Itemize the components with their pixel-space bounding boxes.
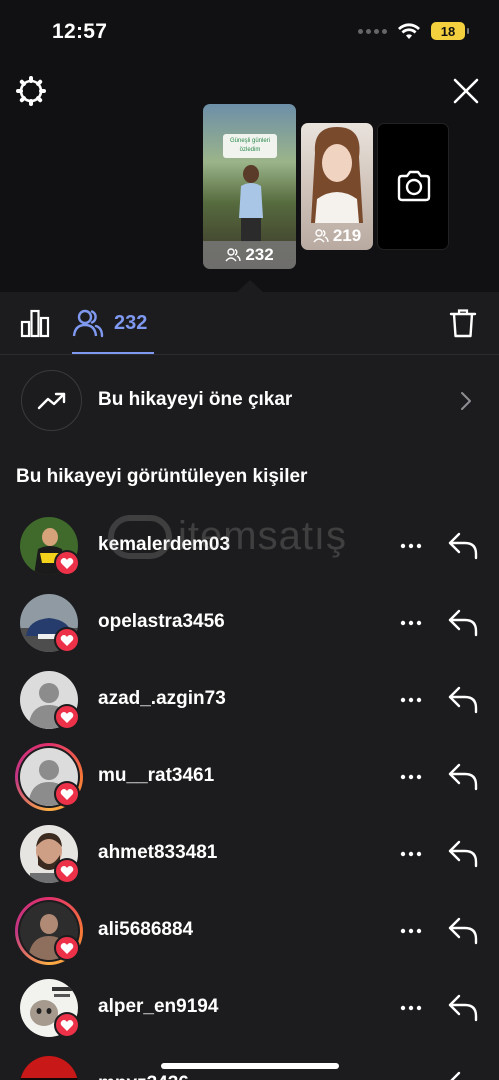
heart-icon <box>60 788 74 800</box>
people-icon <box>72 309 104 338</box>
avatar <box>20 1056 78 1080</box>
viewer-row[interactable]: kemalerdem03 <box>0 508 499 585</box>
viewer-row[interactable]: azad_.azgin73 <box>0 662 499 739</box>
heart-icon <box>60 865 74 877</box>
viewer-row[interactable]: mu__rat3461 <box>0 739 499 816</box>
viewer-row[interactable]: ali5686884 <box>0 893 499 970</box>
story-viewer-count-value: 219 <box>332 226 362 245</box>
viewer-username[interactable]: azad_.azgin73 <box>98 688 226 710</box>
viewers-section-title: Bu hikayeyi görüntüleyen kişiler <box>16 466 308 487</box>
camera-icon <box>397 170 431 202</box>
more-options-icon[interactable] <box>399 611 423 635</box>
home-indicator[interactable] <box>161 1063 339 1069</box>
liked-badge <box>54 627 80 653</box>
story-person-image <box>311 127 363 223</box>
reply-icon[interactable] <box>447 607 479 637</box>
viewer-avatar-wrap[interactable] <box>20 671 80 730</box>
trending-up-icon <box>37 392 65 409</box>
liked-badge <box>54 858 80 884</box>
more-options-icon[interactable] <box>399 1073 423 1080</box>
viewer-row[interactable]: alper_en9194 <box>0 970 499 1047</box>
story-caption-sticker: Güneşli günleri özledim <box>223 134 277 158</box>
liked-badge <box>54 1012 80 1038</box>
more-options-icon[interactable] <box>399 842 423 866</box>
heart-icon <box>60 711 74 723</box>
tab-viewers-count: 232 <box>114 311 148 334</box>
more-options-icon[interactable] <box>399 688 423 712</box>
heart-icon <box>60 1019 74 1031</box>
viewer-username[interactable]: ahmet833481 <box>98 842 217 864</box>
bar-chart-icon[interactable] <box>20 308 50 338</box>
add-story-camera-button[interactable] <box>377 123 449 250</box>
story-viewer-count: 219 <box>301 222 373 250</box>
status-time: 12:57 <box>52 20 108 43</box>
wifi-icon <box>398 23 420 39</box>
tab-viewers[interactable]: 232 <box>72 306 147 340</box>
reply-icon[interactable] <box>447 915 479 945</box>
viewer-username[interactable]: mnyz3436 <box>98 1073 189 1080</box>
heart-icon <box>60 557 74 569</box>
reply-icon[interactable] <box>447 684 479 714</box>
more-options-icon[interactable] <box>399 919 423 943</box>
reply-icon[interactable] <box>447 761 479 791</box>
viewer-avatar-wrap[interactable] <box>20 1056 78 1080</box>
more-options-icon[interactable] <box>399 534 423 558</box>
gear-icon[interactable] <box>16 76 46 106</box>
liked-badge <box>54 781 80 807</box>
story-preview-area: 12:57 18 Güneşli günleri özledim 232 219 <box>0 0 499 293</box>
viewer-avatar-wrap[interactable] <box>20 979 80 1038</box>
promote-icon-circle <box>21 370 82 431</box>
reply-icon[interactable] <box>447 530 479 560</box>
viewer-username[interactable]: ali5686884 <box>98 919 193 941</box>
people-icon <box>225 248 242 262</box>
reply-icon[interactable] <box>447 992 479 1022</box>
chevron-right-icon <box>461 392 471 410</box>
heart-icon <box>60 942 74 954</box>
more-options-icon[interactable] <box>399 996 423 1020</box>
viewer-username[interactable]: kemalerdem03 <box>98 534 230 556</box>
liked-badge <box>54 935 80 961</box>
story-thumbnail[interactable]: 219 <box>301 123 373 250</box>
viewer-username[interactable]: mu__rat3461 <box>98 765 214 787</box>
viewer-row[interactable]: ahmet833481 <box>0 816 499 893</box>
viewer-username[interactable]: alper_en9194 <box>98 996 218 1018</box>
viewer-avatar-wrap[interactable] <box>15 743 83 811</box>
people-icon <box>313 229 329 243</box>
reply-icon[interactable] <box>447 1069 479 1080</box>
more-options-icon[interactable] <box>399 765 423 789</box>
story-viewer-count-value: 232 <box>245 245 274 264</box>
viewer-avatar-wrap[interactable] <box>15 897 83 965</box>
reply-icon[interactable] <box>447 838 479 868</box>
promote-story-row[interactable]: Bu hikayeyi öne çıkar <box>0 366 499 436</box>
viewer-row[interactable]: opelastra3456 <box>0 585 499 662</box>
promote-label: Bu hikayeyi öne çıkar <box>98 389 293 410</box>
viewer-avatar-wrap[interactable] <box>20 825 80 884</box>
battery-indicator: 18 <box>431 22 469 40</box>
liked-badge <box>54 704 80 730</box>
cellular-signal-icon <box>358 28 387 34</box>
avatar-image <box>20 1056 78 1080</box>
story-person-image <box>239 165 263 242</box>
viewer-username[interactable]: opelastra3456 <box>98 611 225 633</box>
viewer-avatar-wrap[interactable] <box>20 517 80 576</box>
active-tab-indicator <box>72 352 154 354</box>
story-thumbnail-selected[interactable]: Güneşli günleri özledim 232 <box>203 104 296 269</box>
insights-tab-bar: 232 <box>0 292 499 355</box>
viewer-avatar-wrap[interactable] <box>20 594 80 653</box>
heart-icon <box>60 634 74 646</box>
status-icons: 18 <box>358 22 469 40</box>
story-viewer-count: 232 <box>203 241 296 269</box>
trash-icon[interactable] <box>449 308 477 338</box>
close-icon[interactable] <box>451 76 481 106</box>
liked-badge <box>54 550 80 576</box>
